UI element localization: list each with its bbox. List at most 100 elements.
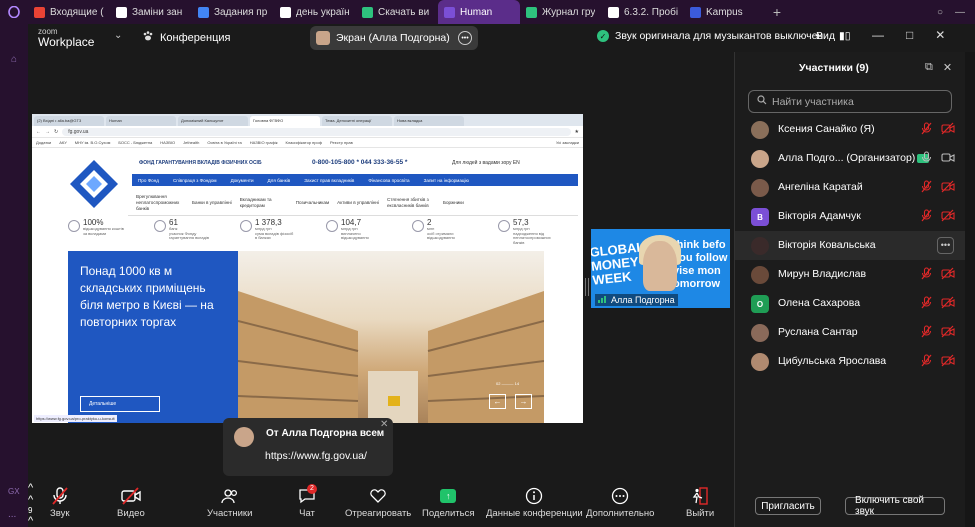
- screen-share-pill[interactable]: Экран (Алла Подгорна) •••: [310, 26, 478, 50]
- mic-muted-icon[interactable]: [921, 209, 933, 222]
- browser-tab[interactable]: Заміни зан: [110, 0, 192, 24]
- minimize-icon[interactable]: —: [872, 28, 884, 42]
- invite-button[interactable]: Пригласить: [755, 497, 821, 515]
- chat-button[interactable]: 2 Чат: [298, 484, 317, 519]
- audio-label: Звук: [50, 508, 70, 519]
- video-off-icon[interactable]: [941, 325, 955, 338]
- stat-icon: [498, 220, 510, 232]
- split-handle[interactable]: [585, 278, 589, 296]
- fg-nav-item: Співпраця з Фондом: [172, 177, 217, 183]
- participant-more-button[interactable]: •••: [937, 237, 954, 254]
- video-off-icon[interactable]: [941, 354, 955, 367]
- shared-bookmark: Реєстр прав: [330, 140, 353, 145]
- window-minimize-icon[interactable]: —: [955, 7, 965, 18]
- browser-tab[interactable]: Задания пр: [192, 0, 274, 24]
- video-off-icon[interactable]: [941, 267, 955, 280]
- fg-stat: 104,7 млрд грн виплачено відшкодування: [326, 218, 402, 244]
- mic-muted-icon[interactable]: [921, 325, 933, 338]
- video-off-icon: [121, 487, 141, 505]
- participant-row[interactable]: В Вікторія Адамчук: [735, 202, 966, 231]
- participant-name: Ангеліна Каратай: [778, 181, 863, 193]
- audio-button[interactable]: Звук: [50, 487, 69, 519]
- mic-muted-icon[interactable]: [921, 267, 933, 280]
- video-icon[interactable]: [941, 151, 955, 164]
- close-icon[interactable]: ✕: [935, 28, 945, 42]
- shared-address-bar: fg.gov.ua: [62, 127, 571, 136]
- hero-next-button[interactable]: →: [515, 394, 532, 409]
- close-icon[interactable]: ✕: [380, 419, 388, 430]
- video-button[interactable]: Видео: [117, 487, 145, 519]
- browser-tab[interactable]: Human: [438, 0, 520, 24]
- stat-icon: [68, 220, 80, 232]
- tab-search-icon[interactable]: ○: [937, 7, 943, 18]
- mic-muted-icon[interactable]: [921, 180, 933, 193]
- poster-text: think befo you follow vise mon omorrow: [673, 239, 728, 290]
- participant-row[interactable]: О Олена Сахарова: [735, 289, 966, 318]
- shared-screen[interactable]: (2) Вхідні • alla.ba@GT3 Human Допоміжний …: [32, 114, 583, 423]
- more-button[interactable]: Дополнительно: [586, 487, 654, 519]
- mic-muted-icon[interactable]: [921, 296, 933, 309]
- original-sound-text: Звук оригинала для музыкантов выключен: [615, 30, 824, 42]
- more-options-icon[interactable]: •••: [458, 31, 472, 45]
- fg-phones: 0-800-105-800 * 044 333-36-55 *: [312, 159, 408, 166]
- shared-bookmark: Освіта в Україні та: [207, 140, 242, 145]
- chat-notification[interactable]: От Алла Подгорна всем https://www.fg.gov…: [223, 418, 393, 476]
- home-icon[interactable]: ⌂: [0, 54, 28, 65]
- fg-stat: 57,3 млрд грн надходження від неплатоспро…: [498, 218, 574, 244]
- participant-row[interactable]: Цибульська Ярослава: [735, 347, 966, 376]
- participants-icon: [221, 487, 239, 505]
- leave-button[interactable]: Выйти: [686, 487, 714, 519]
- chevron-down-icon[interactable]: ⌄: [114, 30, 122, 41]
- chat-sender-avatar: [234, 427, 254, 447]
- maximize-icon[interactable]: □: [906, 28, 913, 42]
- gx-label[interactable]: GX: [8, 487, 20, 496]
- chat-message[interactable]: https://www.fg.gov.ua/: [265, 450, 367, 462]
- participant-row[interactable]: Алла Подго... (Организатор): [735, 144, 966, 173]
- chat-label: Чат: [299, 508, 315, 519]
- hero-details-button[interactable]: Детальніше: [80, 396, 160, 412]
- meeting-info[interactable]: Конференция: [142, 30, 230, 45]
- browser-tab[interactable]: Входящие (: [28, 0, 110, 24]
- participant-row[interactable]: Руслана Сантар: [735, 318, 966, 347]
- meeting-data-button[interactable]: Данные конференции: [486, 487, 583, 519]
- more-icon: [611, 487, 629, 505]
- browser-tab[interactable]: день україн: [274, 0, 356, 24]
- fg-nav: Про Фонд Співпраця з Фондом Документи Для б…: [132, 174, 578, 186]
- react-button[interactable]: Отреагировать: [345, 487, 411, 519]
- panel-scrollbar[interactable]: [965, 52, 975, 527]
- browser-tab[interactable]: 6.3.2. Пробі: [602, 0, 684, 24]
- mic-icon[interactable]: [921, 151, 933, 164]
- popout-icon[interactable]: ⧉: [925, 61, 933, 74]
- shared-bookmark: НАЗВІО: [160, 140, 176, 145]
- participant-search-input[interactable]: Найти участника: [748, 90, 952, 113]
- share-button[interactable]: ↑ Поделиться: [422, 487, 474, 519]
- participant-row[interactable]: Мирун Владислав: [735, 260, 966, 289]
- unmute-myself-button[interactable]: Включить свой звук: [845, 495, 945, 517]
- participant-row[interactable]: Вікторія Ковальська •••: [735, 231, 966, 260]
- participant-row[interactable]: Ангеліна Каратай: [735, 173, 966, 202]
- browser-tab[interactable]: Kampus: [684, 0, 766, 24]
- speaker-name: Алла Подгорна: [611, 295, 675, 305]
- video-off-icon[interactable]: [941, 209, 955, 222]
- shared-address-row: ← → ↻ fg.gov.ua ★: [32, 126, 583, 138]
- shared-bookmark: МНУ ім. В.О.Сухом: [74, 140, 111, 145]
- video-off-icon[interactable]: [941, 122, 955, 135]
- hero-prev-button[interactable]: ←: [489, 394, 506, 409]
- browser-tab[interactable]: Журнал гру: [520, 0, 602, 24]
- speaker-video-tile[interactable]: GLOBAL MONEY WEEK think befo you follow vise…: [591, 229, 730, 308]
- mic-muted-icon[interactable]: [921, 354, 933, 367]
- video-off-icon[interactable]: [941, 296, 955, 309]
- opera-gx-icon[interactable]: [0, 0, 28, 24]
- browser-tab[interactable]: Скачать ви: [356, 0, 438, 24]
- fg-stat: 2 млн осіб отримали відшкодування: [412, 218, 488, 244]
- view-button[interactable]: Вид ▮▯: [816, 30, 851, 42]
- new-tab-icon[interactable]: +: [766, 4, 788, 20]
- mic-muted-icon[interactable]: [921, 122, 933, 135]
- video-off-icon[interactable]: [941, 180, 955, 193]
- close-icon[interactable]: ✕: [943, 61, 952, 74]
- sidebar-more-icon[interactable]: ...: [8, 509, 16, 520]
- participant-row[interactable]: Ксения Санайко (Я): [735, 115, 966, 144]
- fg-nav-item: Для банків: [267, 177, 291, 183]
- tab-favicon: [444, 6, 455, 18]
- participants-button[interactable]: Участники: [207, 487, 252, 519]
